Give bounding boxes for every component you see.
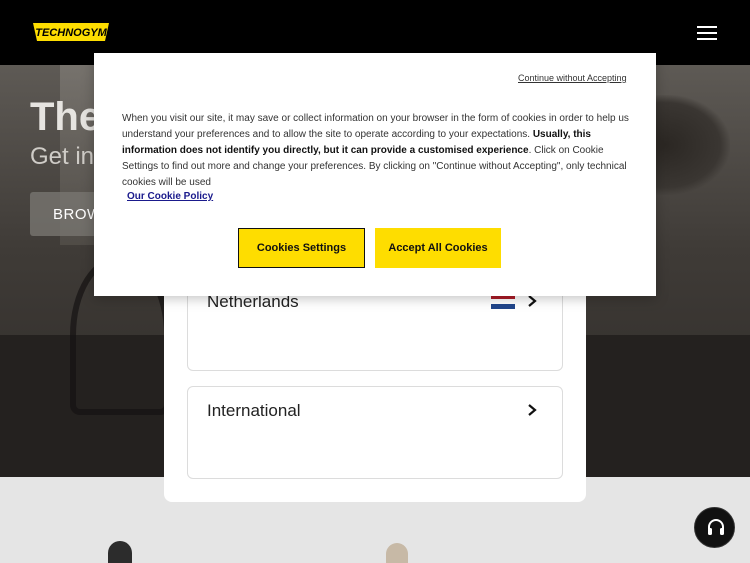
hero-title: The — [30, 95, 102, 139]
support-chat-button[interactable] — [694, 507, 735, 548]
person-image — [108, 541, 132, 563]
hero-subtitle: Get in — [30, 143, 95, 170]
continue-without-accepting-link[interactable]: Continue without Accepting — [518, 73, 627, 83]
cookie-policy-link[interactable]: Our Cookie Policy — [127, 191, 213, 202]
headset-icon — [708, 519, 724, 535]
chevron-right-icon — [526, 403, 538, 417]
cookie-consent-banner: Continue without Accepting When you visi… — [94, 53, 656, 296]
country-name: International — [207, 401, 301, 420]
cookie-description: When you visit our site, it may save or … — [122, 111, 632, 191]
country-option-international[interactable]: International — [187, 386, 563, 479]
chevron-right-icon — [526, 294, 538, 308]
person-image — [386, 543, 408, 563]
hamburger-menu-icon[interactable] — [697, 26, 717, 40]
accept-all-cookies-button[interactable]: Accept All Cookies — [375, 228, 501, 268]
svg-text:TECHNOGYM: TECHNOGYM — [35, 27, 107, 39]
netherlands-flag-icon — [491, 294, 515, 309]
cookies-settings-button[interactable]: Cookies Settings — [238, 228, 365, 268]
technogym-logo[interactable]: TECHNOGYM — [31, 21, 111, 43]
